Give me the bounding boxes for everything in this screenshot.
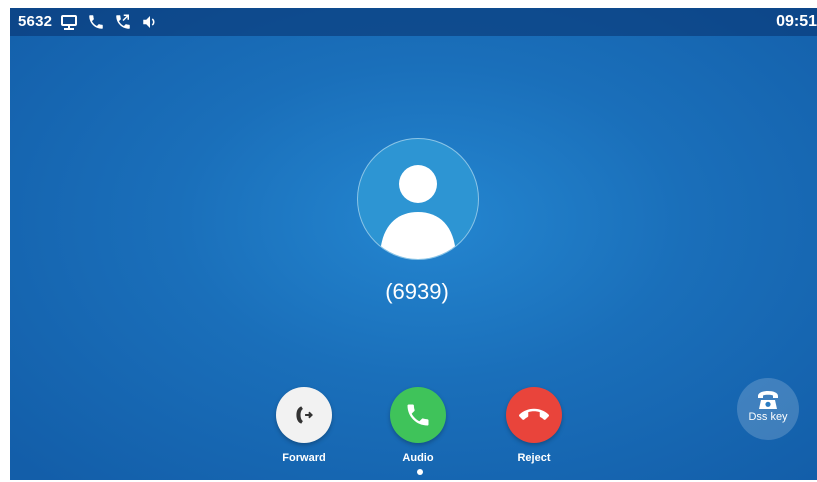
extension-number: 5632 bbox=[18, 13, 53, 30]
reject-label: Reject bbox=[517, 452, 551, 464]
volume-icon bbox=[143, 16, 155, 28]
audio-button-circle[interactable] bbox=[390, 387, 446, 443]
network-icon bbox=[61, 15, 77, 30]
audio-label: Audio bbox=[402, 452, 434, 464]
call-forward-icon bbox=[296, 406, 313, 424]
phone-hangup-icon bbox=[519, 408, 549, 420]
page-indicator-dot bbox=[417, 469, 423, 475]
contact-avatar-icon bbox=[380, 165, 456, 259]
reject-button[interactable]: Reject bbox=[494, 387, 574, 464]
call-forward-icon bbox=[116, 14, 130, 29]
dss-key-button[interactable]: Dss key bbox=[737, 378, 799, 440]
incoming-call-screen: 5632 09:51 (6939) Forward Audio Reject D… bbox=[10, 8, 817, 480]
contact-avatar bbox=[357, 138, 479, 260]
phone-answer-icon bbox=[407, 404, 429, 426]
audio-answer-button[interactable]: Audio bbox=[378, 387, 458, 464]
forward-label: Forward bbox=[282, 452, 326, 464]
status-bar: 5632 09:51 bbox=[10, 8, 817, 36]
forward-button-circle[interactable] bbox=[276, 387, 332, 443]
reject-button-circle[interactable] bbox=[506, 387, 562, 443]
clock: 09:51 bbox=[776, 13, 817, 30]
forward-button[interactable]: Forward bbox=[264, 387, 344, 464]
dss-key-label: Dss key bbox=[748, 411, 788, 423]
telephone-icon bbox=[758, 391, 778, 409]
phone-icon bbox=[89, 15, 103, 29]
caller-number: (6939) bbox=[385, 279, 449, 304]
